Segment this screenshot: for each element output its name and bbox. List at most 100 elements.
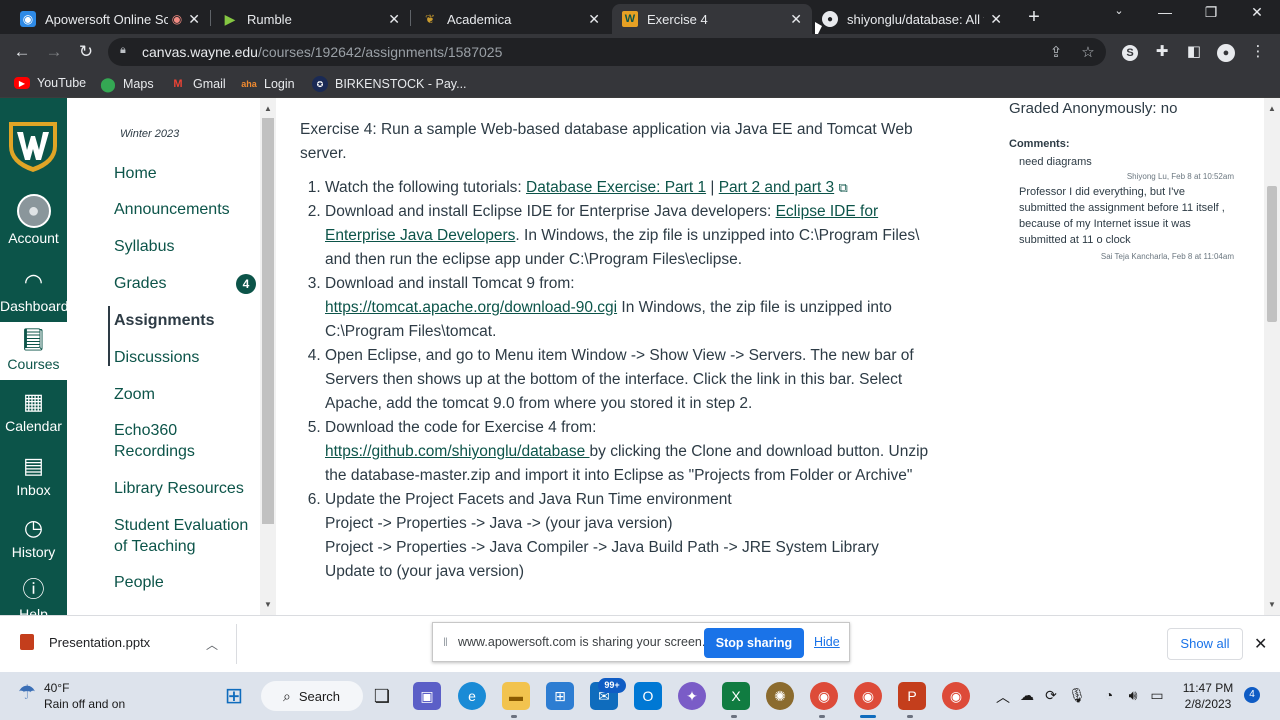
course-nav-library[interactable]: Library Resources (114, 478, 244, 499)
bookmark-login[interactable]: aha Login (241, 76, 294, 92)
powerpoint-icon[interactable]: P (898, 682, 926, 710)
profile-avatar-icon[interactable]: ● (1216, 42, 1236, 62)
tomcat-download-link[interactable]: https://tomcat.apache.org/download-90.cg… (325, 299, 617, 316)
chrome-profile-b-icon[interactable]: ◉ (854, 682, 882, 710)
side-panel-icon[interactable]: ◧ (1184, 42, 1204, 62)
bookmark-star-icon[interactable]: ☆ (1078, 43, 1098, 61)
start-windows-icon[interactable]: ⊞ (220, 682, 248, 710)
scrollbar-thumb[interactable] (1267, 186, 1277, 322)
extension-s-icon[interactable]: S (1120, 42, 1140, 62)
scroll-up-icon[interactable]: ▲ (263, 104, 273, 113)
task-view-icon[interactable]: ❏ (368, 682, 396, 710)
reload-icon[interactable]: ↻ (74, 40, 98, 64)
battery-icon[interactable]: ▭ (1148, 687, 1166, 704)
close-tab-icon[interactable]: ✕ (388, 11, 400, 28)
drag-handle-icon[interactable]: ‖ (443, 635, 448, 649)
course-nav-echo360[interactable]: Echo360 Recordings (114, 420, 224, 462)
maps-pin-icon: ⬤ (100, 75, 116, 92)
page-scrollbar[interactable]: ▲ ▼ (1264, 98, 1280, 615)
wayne-state-logo-icon[interactable] (4, 116, 62, 174)
close-window-icon[interactable]: ✕ (1242, 4, 1272, 21)
course-nav-assignments[interactable]: Assignments (114, 310, 214, 331)
menu-kebab-icon[interactable]: ⋮ (1248, 42, 1268, 62)
app-badge-icon[interactable]: ✺ (766, 682, 794, 710)
tab-rumble[interactable]: ▶ Rumble ✕ (212, 4, 410, 34)
volume-icon[interactable]: 🔊︎ (1124, 687, 1142, 704)
stop-sharing-button[interactable]: Stop sharing (704, 628, 804, 658)
comments-heading: Comments: (1009, 138, 1070, 150)
close-tab-icon[interactable]: ✕ (790, 11, 802, 28)
edge-icon[interactable]: e (458, 682, 486, 710)
course-nav-scrollbar[interactable]: ▲ ▼ (260, 98, 276, 615)
teams-icon[interactable]: ▣ (413, 682, 441, 710)
minimize-icon[interactable]: — (1150, 4, 1180, 20)
course-nav-syllabus[interactable]: Syllabus (114, 236, 174, 257)
recording-icon: ◉ (171, 12, 183, 26)
bookmark-birkenstock[interactable]: ✪ BIRKENSTOCK - Pay... (312, 76, 467, 92)
scroll-down-icon[interactable]: ▼ (1267, 600, 1277, 609)
windows-taskbar: ☂ 40°F Rain off and on ⊞ ⌕ Search ❏ ▣ e … (0, 672, 1280, 720)
course-nav-home[interactable]: Home (114, 163, 157, 184)
address-bar[interactable]: 🔒︎ canvas.wayne.edu/courses/192642/assig… (108, 38, 1106, 66)
show-all-button[interactable]: Show all (1167, 628, 1243, 660)
tab-apowersoft[interactable]: ◉ Apowersoft Online Sc ◉ ✕ (10, 4, 210, 34)
close-icon[interactable]: ✕ (1254, 634, 1267, 654)
nav-dashboard[interactable]: ◠ Dashboard (0, 268, 69, 314)
nav-inbox[interactable]: ▤ Inbox (0, 452, 67, 498)
wifi-icon[interactable]: ◔ (1100, 687, 1118, 703)
scroll-down-icon[interactable]: ▼ (263, 600, 273, 609)
extensions-puzzle-icon[interactable]: ✚ (1152, 42, 1172, 62)
nav-courses[interactable]: 📘︎ Courses (0, 322, 67, 380)
back-icon[interactable]: ← (10, 40, 34, 64)
new-tab-icon[interactable]: + (1024, 6, 1044, 28)
close-tab-icon[interactable]: ✕ (990, 11, 1002, 28)
chrome-profile-a-icon[interactable]: ◉ (810, 682, 838, 710)
download-item[interactable]: Presentation.pptx (20, 634, 150, 650)
restore-icon[interactable]: ❐ (1196, 4, 1226, 21)
grades-count-badge: 4 (236, 274, 256, 294)
tray-chevron-up-icon[interactable]: ︿ (994, 687, 1012, 707)
tutorial-part1-link[interactable]: Database Exercise: Part 1 (526, 179, 706, 196)
tab-exercise-4[interactable]: W Exercise 4 ✕ (612, 4, 812, 34)
course-nav-people[interactable]: People (114, 572, 164, 593)
course-nav-announcements[interactable]: Announcements (114, 199, 230, 220)
nav-help[interactable]: ⓘ Help (0, 576, 67, 615)
scroll-up-icon[interactable]: ▲ (1267, 104, 1277, 113)
weather-widget[interactable]: ☂ 40°F Rain off and on (18, 680, 125, 712)
github-repo-link[interactable]: https://github.com/shiyonglu/database (325, 443, 590, 460)
file-explorer-icon[interactable]: ▬ (502, 682, 530, 710)
course-nav-evaluation[interactable]: Student Evaluation of Teaching (114, 515, 254, 557)
copilot-icon[interactable]: ✦ (678, 682, 706, 710)
taskbar-search[interactable]: ⌕ Search (261, 681, 363, 711)
tab-search-icon[interactable]: ⌄ (1104, 4, 1134, 17)
tutorial-part2-3-link[interactable]: Part 2 and part 3 (719, 179, 834, 196)
store-icon[interactable]: ⊞ (546, 682, 574, 710)
forward-icon[interactable]: → (42, 40, 66, 64)
bookmark-maps[interactable]: ⬤ Maps (100, 75, 153, 92)
course-nav-discussions[interactable]: Discussions (114, 347, 199, 368)
nav-history[interactable]: ◷ History (0, 514, 67, 560)
share-icon[interactable]: ⇪ (1046, 43, 1066, 61)
nav-calendar[interactable]: ▦ Calendar (0, 388, 67, 434)
system-clock[interactable]: 11:47 PM 2/8/2023 (1180, 680, 1236, 712)
hide-link[interactable]: Hide (814, 635, 840, 649)
outlook-icon[interactable]: O (634, 682, 662, 710)
course-nav-zoom[interactable]: Zoom (114, 384, 155, 405)
course-nav-grades[interactable]: Grades (114, 273, 166, 294)
close-tab-icon[interactable]: ✕ (188, 11, 200, 28)
microphone-icon[interactable]: 🎙︎ (1068, 687, 1086, 704)
sync-icon[interactable]: ⟳ (1042, 687, 1060, 704)
chevron-up-icon[interactable]: ︿ (206, 636, 218, 653)
tab-github[interactable]: ● shiyonglu/database: All fil ✕ (812, 4, 1012, 34)
scrollbar-thumb[interactable] (262, 118, 274, 524)
nav-account[interactable]: ● Account (0, 194, 67, 246)
tab-academica[interactable]: ❦ Academica ✕ (412, 4, 610, 34)
chrome-icon[interactable]: ◉ (942, 682, 970, 710)
onedrive-cloud-icon[interactable]: ☁ (1018, 687, 1036, 704)
excel-icon[interactable]: X (722, 682, 750, 710)
bookmark-gmail[interactable]: M Gmail (170, 76, 225, 92)
bookmark-youtube[interactable]: ▶ YouTube (14, 76, 86, 90)
calendar-icon: ▦ (23, 389, 44, 414)
close-tab-icon[interactable]: ✕ (588, 11, 600, 28)
notification-count-badge[interactable]: 4 (1244, 687, 1260, 703)
